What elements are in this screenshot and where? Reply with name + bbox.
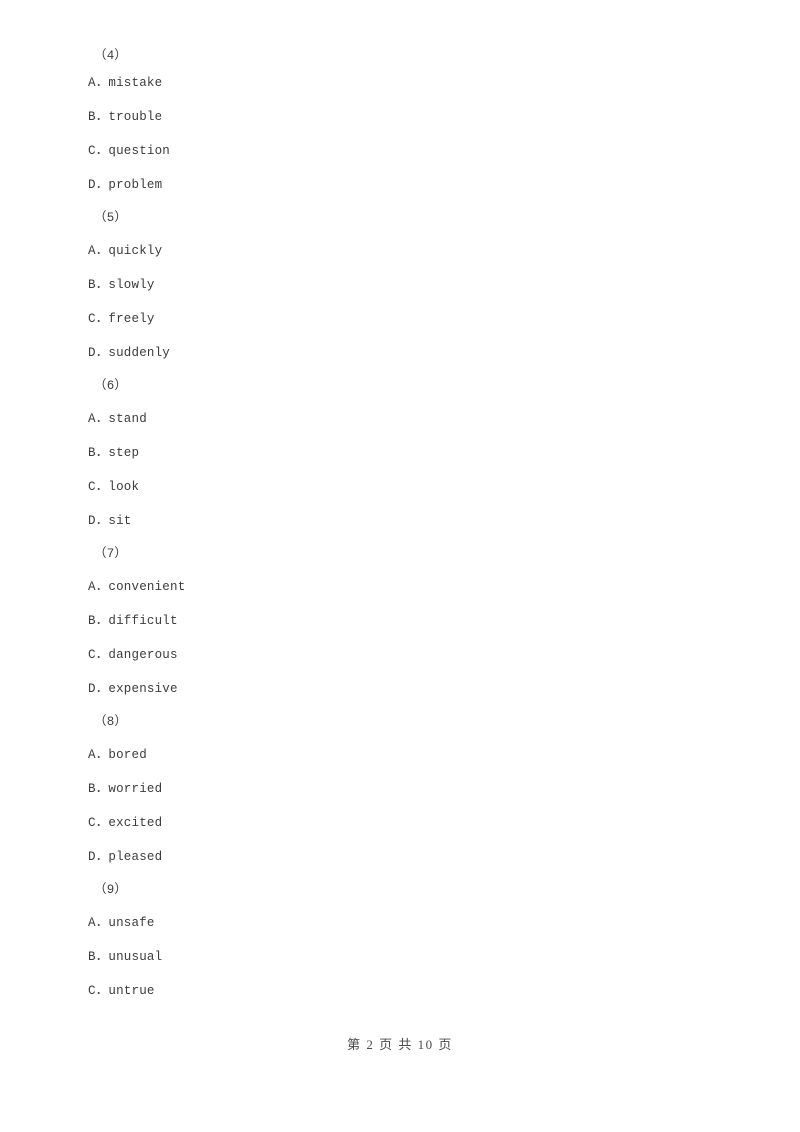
option-d[interactable]: D．expensive — [88, 672, 728, 706]
option-d[interactable]: D．problem — [88, 168, 728, 202]
option-c[interactable]: C．freely — [88, 302, 728, 336]
question-group: （6） A．stand B．step C．look D．sit — [88, 370, 728, 538]
question-number: （7） — [94, 546, 128, 561]
option-c[interactable]: C．question — [88, 134, 728, 168]
page-footer: 第 2 页 共 10 页 — [0, 1034, 800, 1053]
option-a[interactable]: A．quickly — [88, 234, 728, 268]
question-group: （4） A．mistake B．trouble C．question D．pro… — [88, 46, 728, 202]
option-a[interactable]: A．bored — [88, 738, 728, 772]
option-a[interactable]: A．unsafe — [88, 906, 728, 940]
option-c[interactable]: C．look — [88, 470, 728, 504]
question-group: （7） A．convenient B．difficult C．dangerous… — [88, 538, 728, 706]
option-d[interactable]: D．sit — [88, 504, 728, 538]
option-a[interactable]: A．stand — [88, 402, 728, 436]
option-c[interactable]: C．dangerous — [88, 638, 728, 672]
question-group: （9） A．unsafe B．unusual C．untrue — [88, 874, 728, 1008]
footer-text: 第 2 页 共 10 页 — [347, 1037, 453, 1052]
option-d[interactable]: D．suddenly — [88, 336, 728, 370]
option-c[interactable]: C．excited — [88, 806, 728, 840]
option-a[interactable]: A．convenient — [88, 570, 728, 604]
option-b[interactable]: B．slowly — [88, 268, 728, 302]
option-b[interactable]: B．unusual — [88, 940, 728, 974]
option-b[interactable]: B．step — [88, 436, 728, 470]
document-page: （4） A．mistake B．trouble C．question D．pro… — [0, 0, 800, 1132]
option-c[interactable]: C．untrue — [88, 974, 728, 1008]
option-b[interactable]: B．worried — [88, 772, 728, 806]
question-group: （8） A．bored B．worried C．excited D．please… — [88, 706, 728, 874]
question-number: （9） — [94, 882, 128, 897]
question-number: （4） — [94, 48, 128, 63]
question-list: （4） A．mistake B．trouble C．question D．pro… — [88, 46, 728, 1008]
option-d[interactable]: D．pleased — [88, 840, 728, 874]
question-group: （5） A．quickly B．slowly C．freely D．sudden… — [88, 202, 728, 370]
option-b[interactable]: B．difficult — [88, 604, 728, 638]
question-number: （6） — [94, 378, 128, 393]
question-number: （8） — [94, 714, 128, 729]
question-number: （5） — [94, 210, 128, 225]
option-a[interactable]: A．mistake — [88, 66, 728, 100]
option-b[interactable]: B．trouble — [88, 100, 728, 134]
